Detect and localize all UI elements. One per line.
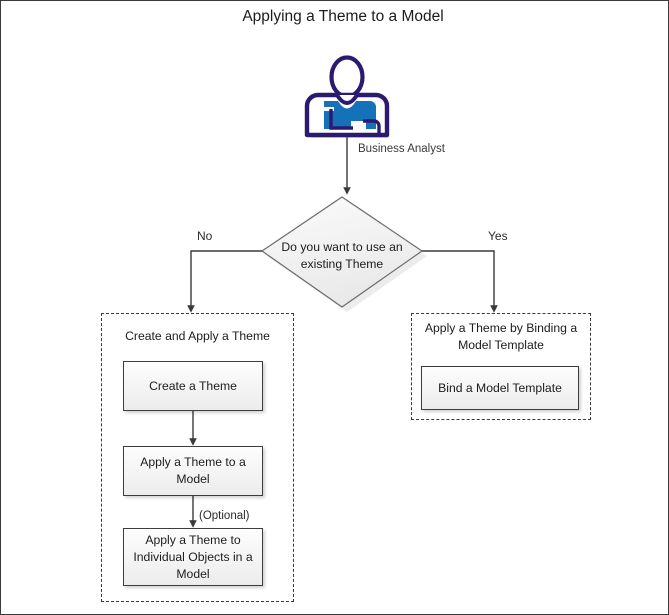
group-create-and-apply-label: Create and Apply a Theme	[125, 329, 270, 343]
step-bind-a-model-template[interactable]: Bind a Model Template	[421, 366, 579, 410]
business-analyst-icon	[304, 55, 390, 138]
connector-no-branch	[187, 250, 262, 313]
actor-label: Business Analyst	[358, 143, 445, 155]
branch-label-yes: Yes	[488, 229, 508, 243]
connector-label-optional: (Optional)	[199, 510, 250, 522]
connector-yes-branch	[422, 250, 498, 313]
decision-label: Do you want to use an existing Theme	[281, 240, 403, 271]
diagram-canvas: Applying a Theme to a Model Business Ana…	[0, 0, 669, 615]
branch-label-no: No	[197, 229, 213, 243]
diagram-title: Applying a Theme to a Model	[242, 8, 444, 25]
step-apply-a-theme-to-individual-objects[interactable]: Apply a Theme to Individual Objects in a…	[123, 528, 263, 586]
step-apply-a-theme-to-a-model[interactable]: Apply a Theme to a Model	[123, 446, 263, 496]
group-bind-template-label: Apply a Theme by Binding a Model Templat…	[424, 321, 578, 352]
step-create-a-theme[interactable]: Create a Theme	[123, 361, 263, 411]
